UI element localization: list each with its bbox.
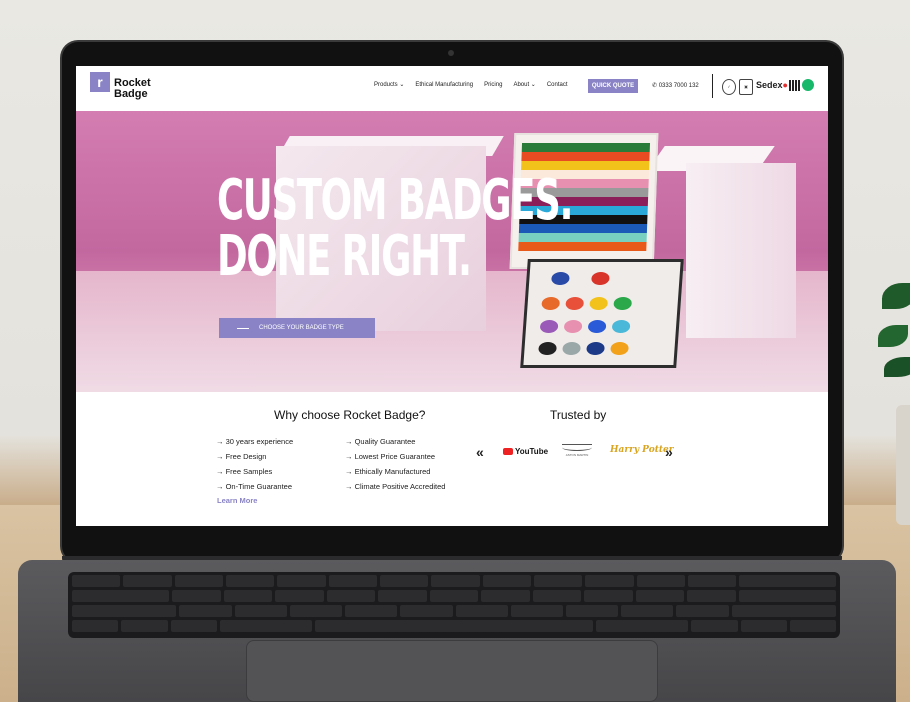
climate-positive-icon [802,79,814,91]
benefits-list-2: → Quality Guarantee → Lowest Price Guara… [345,434,445,494]
logo-text[interactable]: Rocket Badge [114,78,164,100]
benefit-item: → Free Design [216,449,293,464]
sedex-logo: Sedex● [756,80,788,90]
benefit-label: Free Samples [225,467,273,476]
arrow-right-icon: → [345,437,353,446]
benefits-section: Why choose Rocket Badge? → 30 years expe… [76,392,828,526]
sedex-label: Sedex [756,80,783,90]
hero-headline-line-2: DONE RIGHT. [217,224,472,289]
benefit-item: → Quality Guarantee [345,434,445,449]
nav-contact[interactable]: Contact [547,82,568,88]
benefit-item: → 30 years experience [216,434,293,449]
learn-more-link[interactable]: Learn More [217,496,257,505]
nav-about[interactable]: About ⌄ [513,81,535,88]
benefit-label: Quality Guarantee [354,437,416,446]
arrow-right-icon: → [345,467,353,476]
benefit-item: → Free Samples [216,464,293,479]
webcam [448,50,454,56]
benefit-label: 30 years experience [225,437,294,446]
arrow-right-icon: → [216,437,224,446]
nav-products[interactable]: Products ⌄ [374,81,404,88]
benefit-label: On-Time Guarantee [225,482,293,491]
aston-martin-logo: ASTON MARTIN [562,444,592,458]
harry-potter-label: Harry Potter [610,445,674,455]
benefit-label: Ethically Manufactured [354,467,431,476]
chevron-down-icon: ⌄ [530,82,536,88]
hero-headline: CUSTOM BADGES. DONE RIGHT. [217,168,574,289]
aston-martin-label: ASTON MARTIN [565,453,589,457]
plant-decoration [872,275,910,385]
quick-quote-button[interactable]: QUICK QUOTE [588,79,638,93]
choose-badge-type-button[interactable]: CHOOSE YOUR BADGE TYPE [219,318,375,338]
arrow-right-icon: → [345,452,353,461]
youtube-logo: YouTube [503,447,548,456]
keyboard [68,572,840,638]
youtube-label: YouTube [515,447,549,456]
harry-potter-logo: Harry Potter [610,445,674,455]
dash-icon [237,328,249,329]
benefits-list-1: → 30 years experience → Free Design → Fr… [216,434,293,494]
logo-line-2: Badge [114,88,148,100]
phone-icon: ✆ [652,83,658,89]
double-chevron-right-icon[interactable]: » [665,444,673,460]
benefit-label: Lowest Price Guarantee [354,452,436,461]
nav-pricing[interactable]: Pricing [484,82,502,88]
phone-link[interactable]: ✆ 0333 7000 132 [652,82,699,89]
hero-cube-2 [686,163,796,338]
benefit-item: → Lowest Price Guarantee [345,449,445,464]
qr-code-icon [789,80,800,91]
main-nav: Products ⌄ Ethical Manufacturing Pricing… [374,81,568,89]
nav-products-label: Products [374,82,398,88]
benefit-label: Free Design [225,452,267,461]
header-divider [712,74,713,98]
arrow-right-icon: → [345,482,353,491]
arrow-right-icon: → [216,467,224,476]
benefit-item: → Climate Positive Accredited [345,479,445,494]
phone-number: 0333 7000 132 [658,83,699,89]
chevron-down-icon: ⌄ [399,82,405,88]
why-title: Why choose Rocket Badge? [274,408,426,422]
nav-ethical-manufacturing[interactable]: Ethical Manufacturing [415,82,473,88]
certification-badge-icon: ✓ [722,79,736,95]
site-header: r Rocket Badge Products ⌄ Ethical Manufa… [76,66,828,111]
benefit-item: → On-Time Guarantee [216,479,293,494]
nav-about-label: About [513,82,530,88]
hero-headline-line-1: CUSTOM BADGES. [217,168,574,233]
double-chevron-left-icon[interactable]: « [476,444,484,460]
browser-screen: r Rocket Badge Products ⌄ Ethical Manufa… [76,66,828,526]
screen-tab-notch [211,523,303,526]
cta-label: CHOOSE YOUR BADGE TYPE [259,325,344,331]
trackpad [246,640,658,702]
plant-pot [896,405,910,525]
benefit-label: Climate Positive Accredited [354,482,446,491]
logo-mark[interactable]: r [90,72,110,92]
accreditation-badge-icon: ▣ [739,79,753,95]
trusted-by-title: Trusted by [550,408,607,422]
arrow-right-icon: → [216,452,224,461]
arrow-right-icon: → [216,482,224,491]
hero-section: CUSTOM BADGES. DONE RIGHT. CHOOSE YOUR B… [76,111,828,392]
benefit-item: → Ethically Manufactured [345,464,445,479]
